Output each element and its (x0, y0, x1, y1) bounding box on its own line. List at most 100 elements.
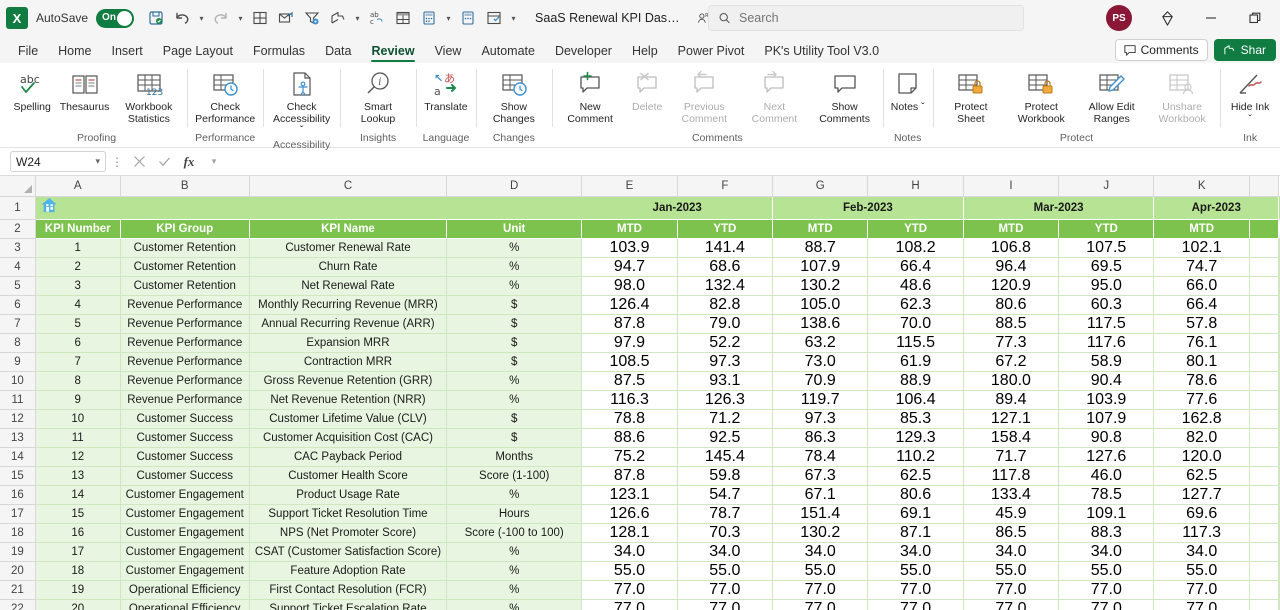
cell-jan-mtd[interactable]: 98.0 (581, 276, 678, 296)
cell-feb-mtd[interactable]: 105.0 (772, 295, 869, 315)
cell-mar-ytd[interactable]: 117.5 (1058, 314, 1155, 334)
filter-icon[interactable] (300, 6, 324, 30)
tab-help[interactable]: Help (622, 41, 668, 63)
save-icon[interactable] (144, 6, 168, 30)
cell-feb-ytd[interactable]: 70.0 (867, 314, 964, 334)
column-header-d[interactable]: D (446, 176, 583, 197)
name-box-options-icon[interactable]: ⋮ (109, 155, 125, 169)
cell-apr-mtd[interactable]: 66.0 (1153, 276, 1250, 296)
cell-apr-mtd[interactable]: 80.1 (1153, 352, 1250, 372)
cell-kpi-number[interactable]: 13 (35, 466, 121, 486)
cell-kpi-number[interactable]: 19 (35, 580, 121, 600)
cell-feb-mtd[interactable]: 77.0 (772, 599, 869, 610)
cell-kpi-number[interactable]: 15 (35, 504, 121, 524)
tab-developer[interactable]: Developer (545, 41, 622, 63)
cell-apr-mtd[interactable]: 57.8 (1153, 314, 1250, 334)
cell-jan-ytd[interactable]: 68.6 (677, 257, 774, 277)
cell-mar-mtd[interactable]: 71.7 (963, 447, 1060, 467)
cell-kpi-group[interactable]: Customer Engagement (120, 504, 250, 524)
cell-kpi-number[interactable]: 7 (35, 352, 121, 372)
formula-expand-caret-icon[interactable]: ▾ (203, 151, 225, 173)
row-header-19[interactable]: 19 (0, 542, 36, 562)
row-header-14[interactable]: 14 (0, 447, 36, 467)
cell-empty[interactable] (1249, 409, 1280, 429)
cell-empty[interactable] (1278, 295, 1280, 315)
email-icon[interactable] (274, 6, 298, 30)
redo-icon[interactable] (209, 6, 233, 30)
cell-mar-ytd[interactable]: 55.0 (1058, 561, 1155, 581)
minimize-button[interactable] (1190, 2, 1232, 34)
header-jan-ytd[interactable]: YTD (677, 219, 774, 239)
cell-mar-mtd[interactable]: 34.0 (963, 542, 1060, 562)
cell-jan-ytd[interactable]: 78.7 (677, 504, 774, 524)
cell-kpi-name[interactable]: Customer Renewal Rate (249, 238, 448, 258)
cell-empty[interactable] (1249, 295, 1280, 315)
cell-kpi-group[interactable]: Customer Retention (120, 238, 250, 258)
row-header-2[interactable]: 2 (0, 219, 36, 239)
cell-mar-mtd[interactable]: 77.3 (963, 333, 1060, 353)
cell-feb-ytd[interactable]: 129.3 (867, 428, 964, 448)
cell-empty[interactable] (1278, 352, 1280, 372)
cell-feb-mtd[interactable]: 119.7 (772, 390, 869, 410)
cell-unit[interactable]: $ (446, 314, 583, 334)
cell-jan-mtd[interactable]: 55.0 (581, 561, 678, 581)
cell-kpi-group[interactable]: Customer Success (120, 447, 250, 467)
cell-empty[interactable] (1249, 523, 1280, 543)
avatar[interactable]: PS (1106, 5, 1132, 31)
cell-mar-ytd[interactable]: 58.9 (1058, 352, 1155, 372)
qat-overflow-caret-icon[interactable]: ▾ (508, 14, 519, 23)
cell-mar-ytd[interactable]: 127.6 (1058, 447, 1155, 467)
cell-mar-ytd[interactable]: 88.3 (1058, 523, 1155, 543)
cell-mar-mtd[interactable]: 67.2 (963, 352, 1060, 372)
cell-mar-mtd[interactable]: 120.9 (963, 276, 1060, 296)
header-kpi-group[interactable]: KPI Group (120, 219, 250, 239)
cancel-formula-icon[interactable] (128, 151, 150, 173)
cell-feb-ytd[interactable]: 69.1 (867, 504, 964, 524)
share-button[interactable]: Shar (1213, 39, 1276, 61)
cell-jan-mtd[interactable]: 126.6 (581, 504, 678, 524)
cell-feb-mtd[interactable]: 107.9 (772, 257, 869, 277)
name-box[interactable]: W24 ▾ (10, 151, 106, 172)
cell-jan-mtd[interactable]: 108.5 (581, 352, 678, 372)
comments-button[interactable]: Comments (1114, 39, 1208, 61)
row-header-9[interactable]: 9 (0, 352, 36, 372)
cell-feb-mtd[interactable]: 67.3 (772, 466, 869, 486)
cell-jan-mtd[interactable]: 128.1 (581, 523, 678, 543)
cell-jan-mtd[interactable]: 78.8 (581, 409, 678, 429)
cell-kpi-name[interactable]: Customer Lifetime Value (CLV) (249, 409, 448, 429)
cell-kpi-number[interactable]: 20 (35, 599, 121, 610)
header-feb-mtd[interactable]: MTD (772, 219, 869, 239)
row-header-18[interactable]: 18 (0, 523, 36, 543)
cell-jan-ytd[interactable]: 141.4 (677, 238, 774, 258)
next-comment-button[interactable]: Next Comment (739, 67, 809, 127)
hide-ink-button[interactable]: Hide Ink ˇ (1223, 67, 1277, 127)
header-feb-ytd[interactable]: YTD (867, 219, 964, 239)
cell-kpi-name[interactable]: Expansion MRR (249, 333, 448, 353)
cell-empty[interactable] (1249, 466, 1280, 486)
cell-apr-mtd[interactable]: 77.6 (1153, 390, 1250, 410)
row-header-11[interactable]: 11 (0, 390, 36, 410)
cell-empty[interactable] (1278, 447, 1280, 467)
tab-data[interactable]: Data (315, 41, 361, 63)
tab-review[interactable]: Review (361, 41, 424, 63)
cell-kpi-group[interactable]: Revenue Performance (120, 333, 250, 353)
cell-jan-mtd[interactable]: 87.8 (581, 314, 678, 334)
cell-kpi-group[interactable]: Customer Engagement (120, 523, 250, 543)
cell-feb-ytd[interactable]: 108.2 (867, 238, 964, 258)
cell-apr-mtd[interactable]: 74.7 (1153, 257, 1250, 277)
unshare-workbook-button[interactable]: Unshare Workbook (1147, 67, 1217, 127)
cell-kpi-name[interactable]: Net Renewal Rate (249, 276, 448, 296)
cell-jan-ytd[interactable]: 70.3 (677, 523, 774, 543)
cell-kpi-group[interactable]: Revenue Performance (120, 295, 250, 315)
cell-mar-ytd[interactable]: 107.9 (1058, 409, 1155, 429)
cell-empty[interactable] (1249, 599, 1280, 610)
form-icon[interactable] (482, 6, 506, 30)
cell-c1[interactable] (249, 196, 448, 220)
cell-apr-mtd[interactable]: 34.0 (1153, 542, 1250, 562)
cell-jan-mtd[interactable]: 103.9 (581, 238, 678, 258)
cell-unit[interactable]: $ (446, 295, 583, 315)
tab-insert[interactable]: Insert (102, 41, 153, 63)
cell-feb-ytd[interactable]: 88.9 (867, 371, 964, 391)
cell-kpi-name[interactable]: Net Revenue Retention (NRR) (249, 390, 448, 410)
cell-kpi-group[interactable]: Customer Engagement (120, 542, 250, 562)
